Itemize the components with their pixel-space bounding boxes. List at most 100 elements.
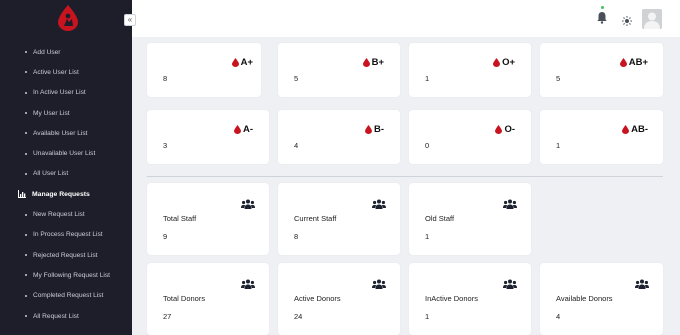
blood-group-type: O+ xyxy=(493,57,515,68)
blood-group-count: 0 xyxy=(425,141,430,150)
stat-value: 9 xyxy=(163,232,168,241)
blood-group-card-a-neg[interactable]: A- 3 xyxy=(147,110,269,164)
blood-group-count: 8 xyxy=(163,74,168,83)
sidebar-item-label: In Active User List xyxy=(33,89,86,97)
blood-group-card-o-pos[interactable]: O+ 1 xyxy=(409,43,531,97)
bullet-icon xyxy=(25,112,27,115)
sun-icon[interactable] xyxy=(622,13,632,31)
stat-card-old-staff[interactable]: Old Staff 1 xyxy=(409,183,531,255)
sidebar-item-unavailable-user-list[interactable]: Unavailable User List xyxy=(0,143,132,163)
sidebar-item-label: My Following Request List xyxy=(33,271,110,279)
sidebar-item-label: Active User List xyxy=(33,68,79,76)
blood-group-type: AB+ xyxy=(619,57,648,68)
blood-group-type: AB- xyxy=(622,124,648,135)
bullet-icon xyxy=(25,294,27,297)
stat-label: Total Donors xyxy=(163,294,206,303)
sidebar-item-all-request-list[interactable]: All Request List xyxy=(0,306,132,326)
bullet-icon xyxy=(25,71,27,74)
bullet-icon xyxy=(25,315,27,317)
bullet-icon xyxy=(25,172,27,175)
stat-card-total-staff[interactable]: Total Staff 9 xyxy=(147,183,269,255)
sidebar-item-rejected-request-list[interactable]: Rejected Request List xyxy=(0,245,132,265)
sidebar-item-label: Rejected Request List xyxy=(33,251,98,259)
sidebar-collapse-button[interactable]: « xyxy=(124,14,136,26)
blood-drop-icon xyxy=(493,58,501,67)
sidebar-item-label: Add User xyxy=(33,48,61,56)
blood-group-type: A+ xyxy=(231,57,253,68)
bullet-icon xyxy=(25,152,27,155)
user-avatar[interactable] xyxy=(642,9,662,29)
blood-group-type: B- xyxy=(364,124,384,135)
sidebar-item-all-user-list[interactable]: All User List xyxy=(0,164,132,184)
blood-drop-icon xyxy=(231,58,239,67)
stat-value: 8 xyxy=(294,232,299,241)
blood-drop-icon xyxy=(233,125,241,134)
blood-group-label: B- xyxy=(373,124,384,135)
blood-group-count: 1 xyxy=(425,74,430,83)
bullet-icon xyxy=(25,274,27,277)
blood-group-label: A- xyxy=(242,124,253,135)
bullet-icon xyxy=(25,132,27,135)
users-group-icon xyxy=(372,276,386,294)
stat-card-current-staff[interactable]: Current Staff 8 xyxy=(278,183,400,255)
sidebar-item-label: Unavailable User List xyxy=(33,150,96,158)
blood-group-card-a-pos[interactable]: A+ 8 xyxy=(147,43,261,97)
blood-group-card-b-pos[interactable]: B+ 5 xyxy=(278,43,400,97)
sidebar-item-available-user-list[interactable]: Available User List xyxy=(0,123,132,143)
stat-label: Active Donors xyxy=(294,294,341,303)
blood-group-count: 3 xyxy=(163,141,168,150)
blood-group-label: O- xyxy=(504,124,515,135)
blood-drop-icon xyxy=(619,58,627,67)
section-divider xyxy=(147,176,663,177)
blood-group-card-ab-neg[interactable]: AB- 1 xyxy=(540,110,663,164)
users-group-icon xyxy=(503,276,517,294)
sidebar-item-in-process-request-list[interactable]: In Process Request List xyxy=(0,225,132,245)
sidebar-item-completed-request-list[interactable]: Completed Request List xyxy=(0,286,132,306)
blood-group-label: B+ xyxy=(371,57,384,68)
blood-drop-icon xyxy=(364,125,372,134)
blood-group-count: 4 xyxy=(294,141,299,150)
sidebar-item-label: All Request List xyxy=(33,312,79,320)
bell-icon[interactable] xyxy=(597,11,607,29)
users-group-icon xyxy=(635,276,649,294)
blood-drop-icon xyxy=(622,125,630,134)
users-group-icon xyxy=(503,196,517,214)
blood-group-card-o-neg[interactable]: O- 0 xyxy=(409,110,531,164)
blood-group-count: 5 xyxy=(556,74,561,83)
sidebar-item-my-following-request-list[interactable]: My Following Request List xyxy=(0,265,132,285)
blood-group-card-b-neg[interactable]: B- 4 xyxy=(278,110,400,164)
stat-card-total-donors[interactable]: Total Donors 27 xyxy=(147,263,269,335)
stat-value: 27 xyxy=(163,312,172,321)
sidebar-item-my-user-list[interactable]: My User List xyxy=(0,103,132,123)
blood-group-label: A+ xyxy=(240,57,253,68)
bullet-icon xyxy=(25,233,27,236)
sidebar-section-manage-requests[interactable]: Manage Requests xyxy=(0,184,132,204)
stat-card-inactive-donors[interactable]: InActive Donors 1 xyxy=(409,263,531,335)
sidebar-item-add-user[interactable]: Add User xyxy=(0,42,132,62)
stat-label: Old Staff xyxy=(425,214,455,223)
stat-value: 1 xyxy=(425,232,430,241)
bullet-icon xyxy=(25,91,27,94)
blood-group-type: A- xyxy=(233,124,253,135)
sidebar-item-label: Available User List xyxy=(33,129,88,137)
sidebar-item-active-user-list[interactable]: Active User List xyxy=(0,62,132,82)
sidebar-item-label: All User List xyxy=(33,170,69,178)
sidebar-item-label: My User List xyxy=(33,109,70,117)
stat-value: 1 xyxy=(425,312,430,321)
blood-group-type: O- xyxy=(495,124,515,135)
blood-drop-logo-icon[interactable] xyxy=(55,4,81,32)
users-group-icon xyxy=(241,196,255,214)
bullet-icon xyxy=(25,213,27,216)
stat-card-active-donors[interactable]: Active Donors 24 xyxy=(278,263,400,335)
sidebar-nav: Add User Active User List In Active User… xyxy=(0,42,132,326)
stat-label: Available Donors xyxy=(556,294,613,303)
stat-card-available-donors[interactable]: Available Donors 4 xyxy=(540,263,663,335)
sidebar-item-new-request-list[interactable]: New Request List xyxy=(0,204,132,224)
blood-group-card-ab-pos[interactable]: AB+ 5 xyxy=(540,43,663,97)
sidebar-item-inactive-user-list[interactable]: In Active User List xyxy=(0,83,132,103)
stat-value: 24 xyxy=(294,312,303,321)
sidebar: Add User Active User List In Active User… xyxy=(0,0,132,335)
notification-status-dot xyxy=(601,6,604,9)
blood-group-count: 1 xyxy=(556,141,561,150)
sidebar-section-label: Manage Requests xyxy=(32,190,90,198)
